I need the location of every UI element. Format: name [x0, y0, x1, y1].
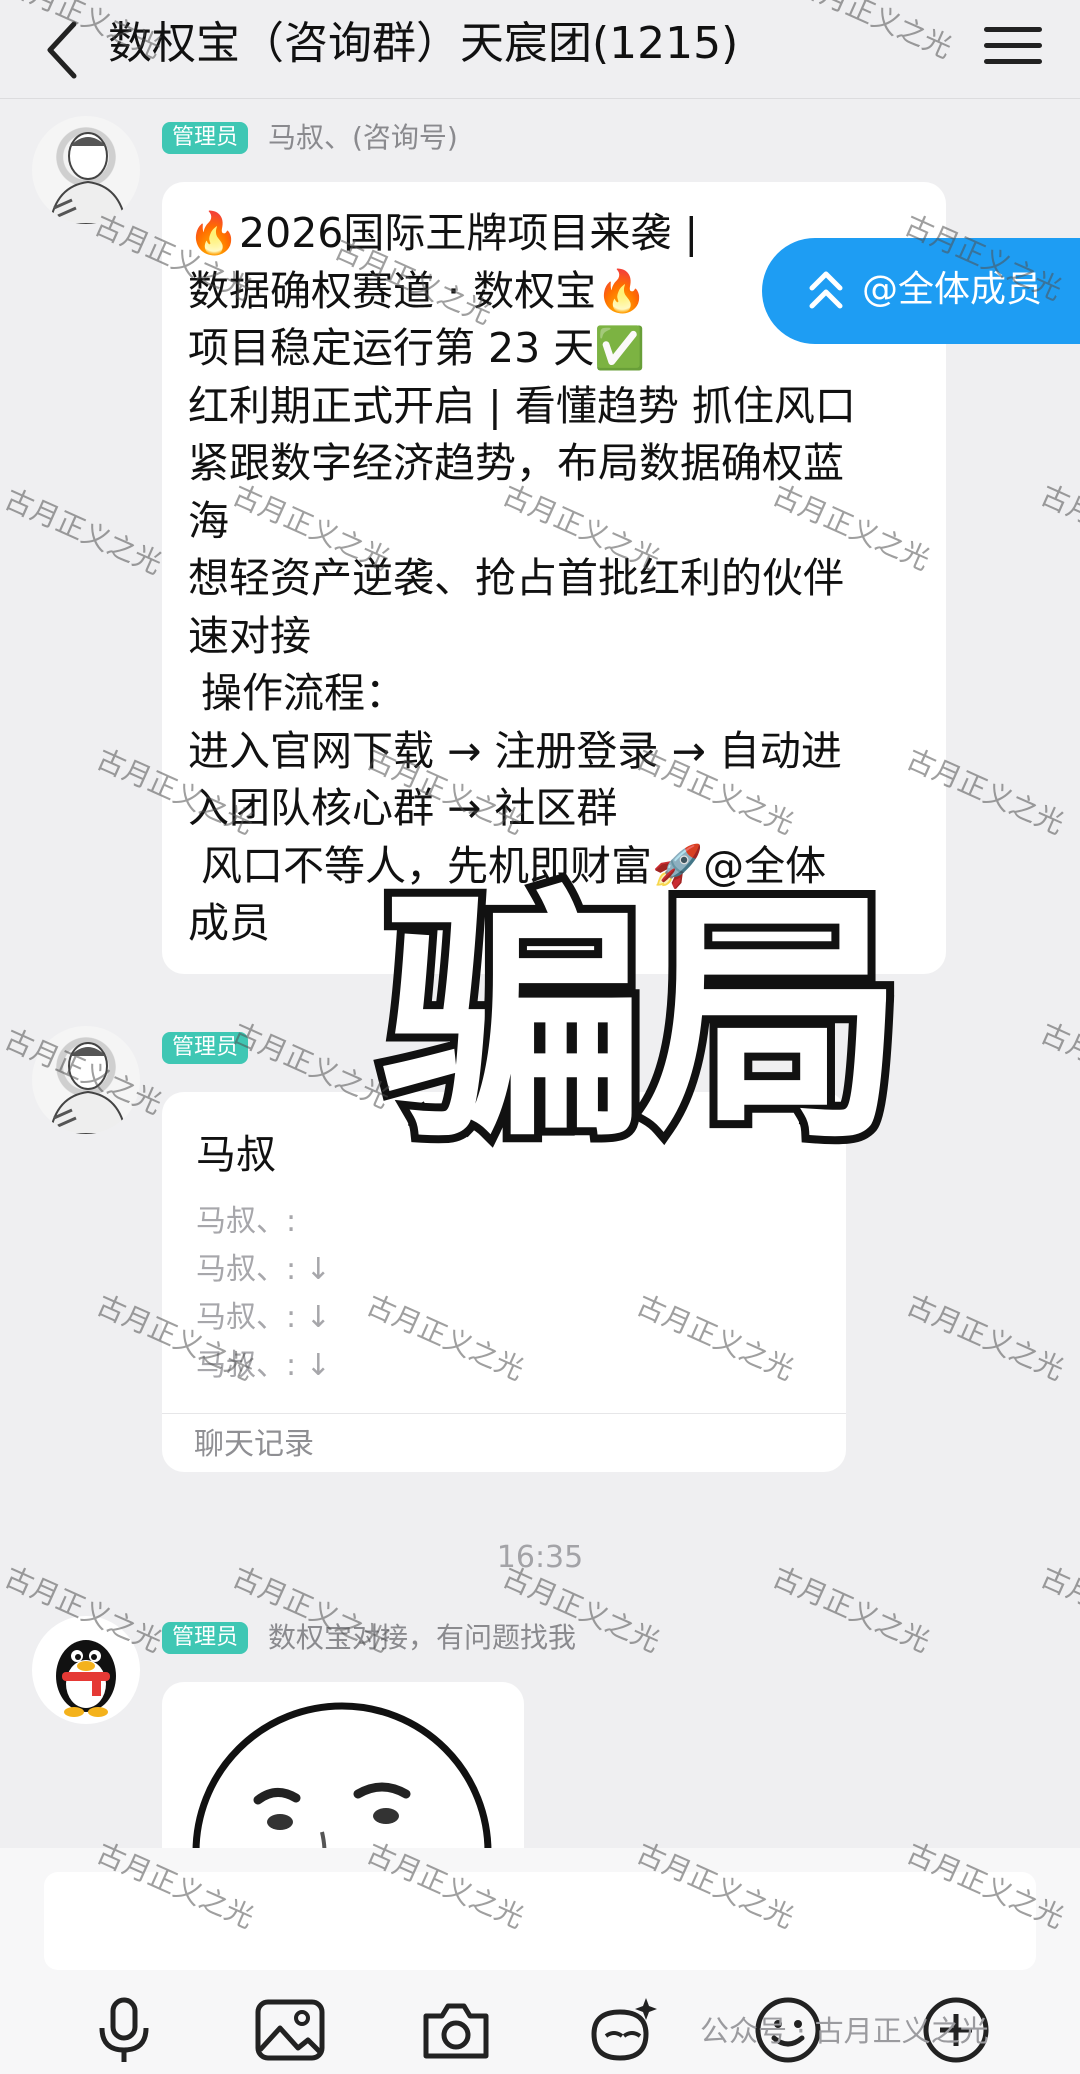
- message-line: 红利期正式开启 | 看懂趋势 抓住风口: [188, 381, 856, 430]
- watermark: 古月正义之光: [1035, 1016, 1080, 1115]
- admin-badge: 管理员: [162, 1032, 249, 1064]
- message-input[interactable]: [44, 1872, 1036, 1970]
- avatar[interactable]: [32, 116, 140, 224]
- watermark: 古月正义之光: [0, 482, 167, 581]
- sparkle-face-icon[interactable]: [584, 1994, 660, 2066]
- chat-record-line: 马叔、: ↓: [196, 1300, 331, 1335]
- chat-record-line: 马叔、:: [196, 1204, 297, 1239]
- watermark: 古月正义之光: [901, 1288, 1069, 1387]
- admin-badge: 管理员: [162, 122, 249, 154]
- message-line: 速对接: [188, 611, 311, 660]
- chat-record-line: 马叔、: ↓: [196, 1348, 331, 1383]
- message-line: 进入官网下载 → 注册登录 → 自动进: [188, 726, 842, 775]
- double-chevron-up-icon: [809, 271, 843, 309]
- message-line: 操作流程：: [188, 669, 407, 717]
- message-line: 海: [188, 496, 229, 545]
- scam-overlay-text: 骗局: [373, 862, 913, 1178]
- card-divider: [162, 1413, 846, 1414]
- footer-watermark: 公众号 · 古月正义之光: [700, 2014, 989, 2048]
- chat-header: 数权宝（咨询群）天宸团(1215): [0, 0, 1080, 99]
- watermark: 古月正义之光: [1035, 478, 1080, 577]
- chat-record-line: 马叔、: ↓: [196, 1252, 331, 1287]
- message-line: 入团队核心群 → 社区群: [188, 784, 618, 832]
- image-icon[interactable]: [252, 1994, 328, 2066]
- sender-name[interactable]: 马叔、(咨询号): [268, 122, 458, 154]
- message-line: 紧跟数字经济趋势，布局数据确权蓝: [188, 439, 844, 487]
- mention-all-label: @全体成员: [862, 269, 1043, 310]
- menu-icon[interactable]: [984, 20, 1042, 70]
- qq-penguin-avatar[interactable]: [32, 1616, 140, 1724]
- back-arrow-icon[interactable]: [30, 12, 100, 82]
- message-line: 想轻资产逆袭、抢占首批红利的伙伴: [188, 554, 844, 602]
- timestamp: 16:35: [496, 1540, 584, 1575]
- sender-name[interactable]: 数权宝对接，有问题找我: [268, 1622, 576, 1654]
- camera-icon[interactable]: [418, 1994, 494, 2066]
- mention-all-button[interactable]: @全体成员: [762, 238, 1080, 344]
- avatar[interactable]: [32, 1026, 140, 1134]
- chat-record-footer: 聊天记录: [194, 1427, 314, 1462]
- admin-badge: 管理员: [162, 1622, 249, 1654]
- mic-icon[interactable]: [86, 1994, 162, 2066]
- group-title: 数权宝（咨询群）天宸团(1215): [108, 18, 739, 69]
